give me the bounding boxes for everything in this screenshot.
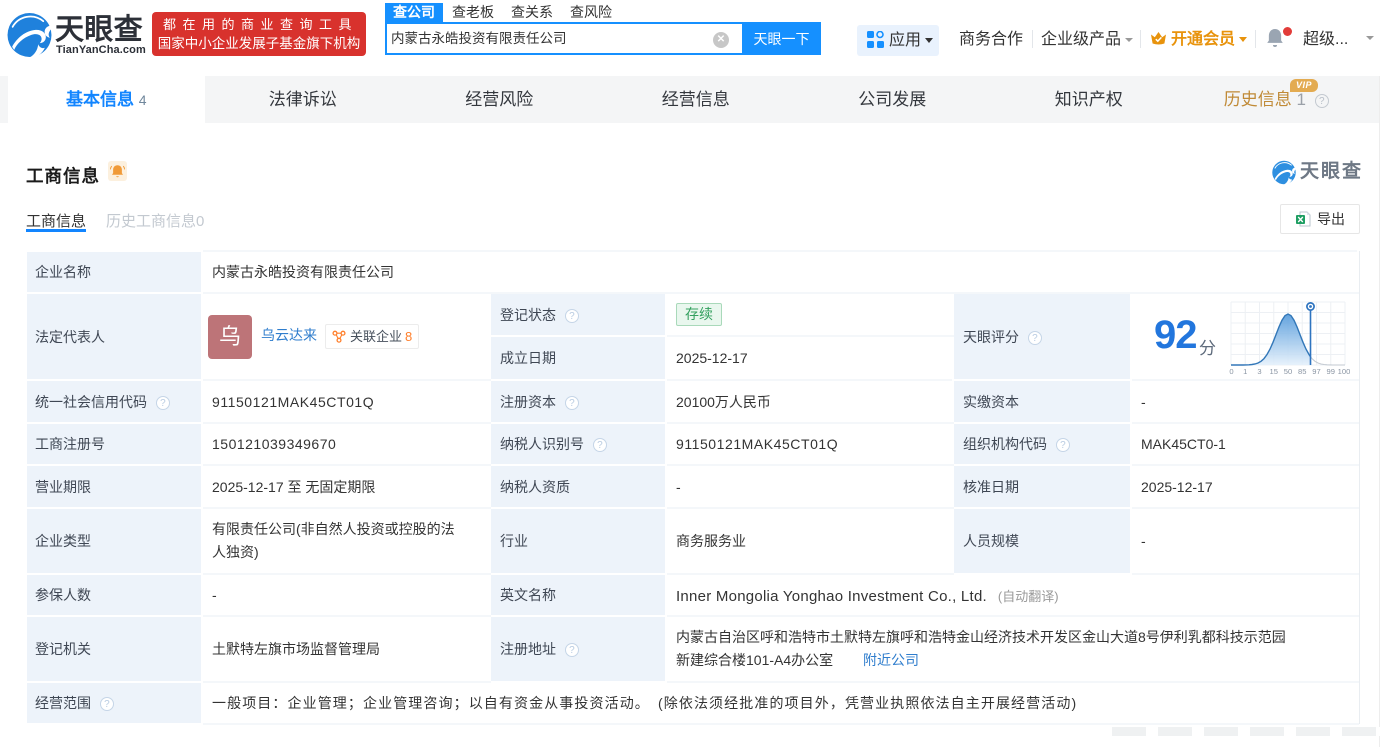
svg-text:100: 100 <box>1338 367 1350 376</box>
svg-text:3: 3 <box>1257 367 1261 376</box>
svg-text:15: 15 <box>1270 367 1278 376</box>
svg-text:1: 1 <box>1243 367 1247 376</box>
svg-text:97: 97 <box>1312 367 1320 376</box>
svg-text:85: 85 <box>1298 367 1306 376</box>
svg-text:50: 50 <box>1284 367 1292 376</box>
svg-text:99: 99 <box>1327 367 1335 376</box>
svg-text:0: 0 <box>1229 367 1233 376</box>
